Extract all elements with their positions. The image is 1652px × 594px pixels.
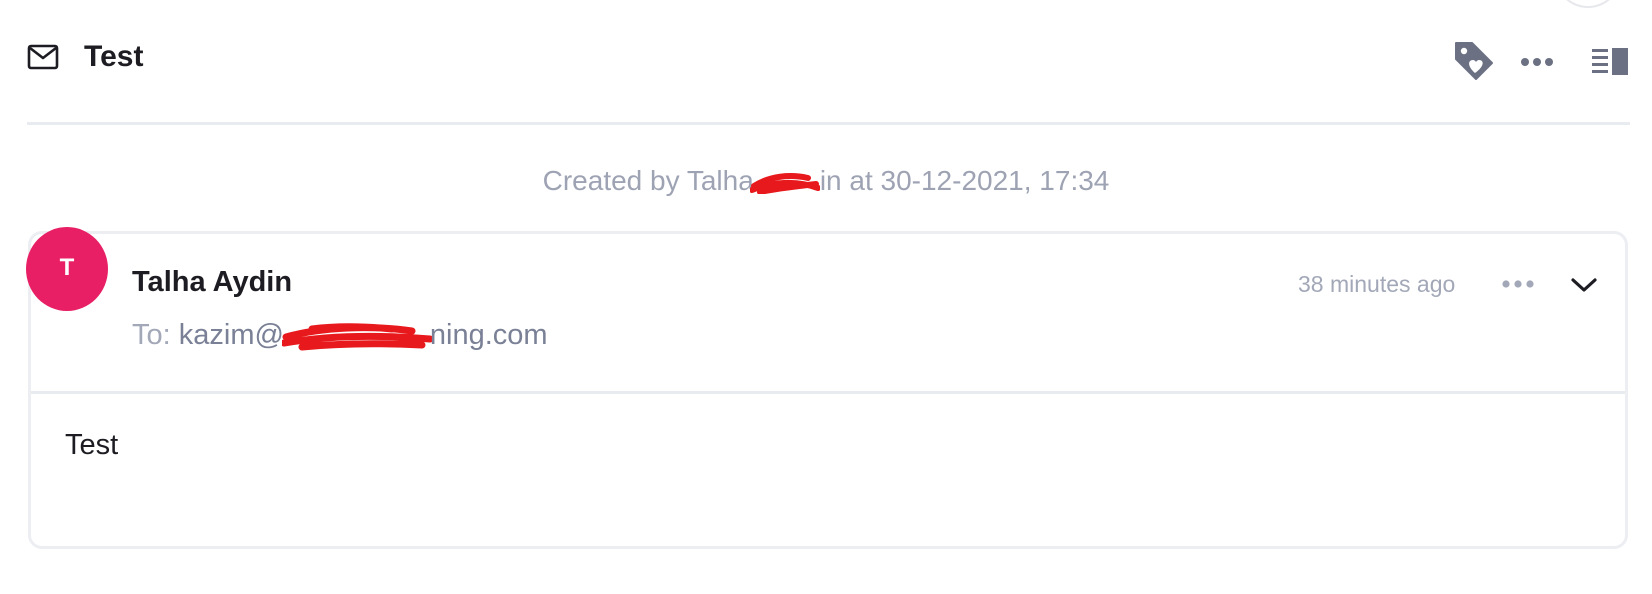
recipient-suffix: ning.com xyxy=(429,319,548,351)
created-suffix: in at 30-12-2021, 17:34 xyxy=(819,165,1110,196)
corner-avatar-partial[interactable] xyxy=(1556,0,1620,8)
sender-name: Talha Aydin xyxy=(132,266,293,298)
conversation-header: Test xyxy=(27,30,1630,90)
chevron-down-icon[interactable] xyxy=(1569,275,1599,295)
created-prefix: Created by Talha xyxy=(542,165,754,196)
avatar: T xyxy=(26,227,108,311)
message-header-divider xyxy=(31,391,1625,394)
sidebar-toggle-icon[interactable] xyxy=(1590,46,1630,78)
more-horizontal-icon[interactable] xyxy=(1500,274,1536,294)
conversation-created-info: Created by Talha in at 30-12-2021, 17:34 xyxy=(0,165,1652,197)
tag-heart-icon[interactable] xyxy=(1452,39,1496,83)
redaction-scribble xyxy=(749,172,820,194)
message-timestamp: 38 minutes ago xyxy=(1298,271,1456,297)
more-horizontal-icon[interactable] xyxy=(1518,50,1556,74)
redaction-scribble xyxy=(281,323,432,351)
mail-icon xyxy=(27,44,59,70)
message-body: Test xyxy=(65,429,119,461)
conversation-subject: Test xyxy=(84,40,144,73)
header-divider xyxy=(27,122,1630,125)
recipient-line: To: kazim@ ning.com xyxy=(132,319,548,352)
to-label: To: xyxy=(132,319,171,351)
recipient-prefix: kazim@ xyxy=(178,319,284,351)
